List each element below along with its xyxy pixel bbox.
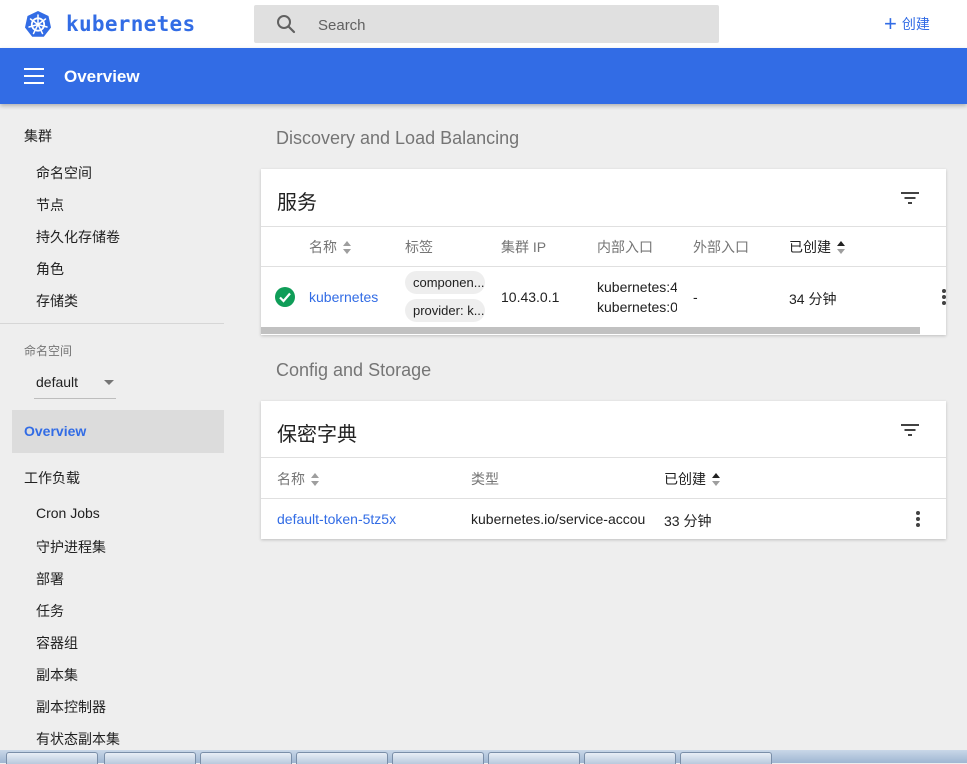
namespace-label: 命名空间 (24, 344, 73, 358)
internal-endpoint-value: kubernetes:0 (597, 299, 677, 315)
secret-type-value: kubernetes.io/service-accou (471, 511, 646, 527)
plus-icon: + (884, 11, 897, 36)
created-value: 33 分钟 (664, 513, 712, 529)
taskbar-button[interactable] (584, 752, 676, 764)
taskbar-button[interactable] (488, 752, 580, 764)
title-bar: Overview (0, 48, 967, 104)
kubernetes-logo-icon[interactable] (24, 10, 52, 38)
create-button[interactable]: + 创建 (884, 12, 930, 36)
column-header-name[interactable]: 名称 (309, 237, 351, 257)
menu-icon[interactable] (24, 68, 44, 84)
sidebar-item-cron-jobs[interactable]: Cron Jobs (36, 505, 100, 521)
column-header-internal-endpoints: 内部入口 (597, 239, 653, 255)
section-title-config: Config and Storage (276, 360, 432, 380)
cluster-ip-value: 10.43.0.1 (501, 289, 560, 305)
sidebar-item-jobs[interactable]: 任务 (36, 601, 64, 621)
sidebar-divider (0, 323, 224, 324)
page-title: Overview (64, 67, 140, 86)
filter-icon[interactable] (900, 422, 920, 438)
secrets-card-title: 保密字典 (277, 424, 357, 446)
top-bar: kubernetes + 创建 (0, 0, 967, 48)
divider (261, 498, 946, 499)
filter-icon[interactable] (900, 190, 920, 206)
external-endpoint-value: - (693, 289, 698, 305)
sidebar-item-deployments[interactable]: 部署 (36, 569, 64, 589)
logo-text[interactable]: kubernetes (66, 12, 195, 36)
sidebar: 集群 命名空间 节点 持久化存储卷 角色 存储类 命名空间 default Ov… (0, 104, 236, 750)
taskbar-button[interactable] (104, 752, 196, 764)
sidebar-item-roles[interactable]: 角色 (36, 259, 64, 279)
search-icon (277, 15, 296, 34)
column-header-cluster-ip: 集群 IP (501, 239, 547, 255)
sidebar-item-overview-label: Overview (24, 423, 87, 439)
section-title-discovery: Discovery and Load Balancing (276, 128, 520, 148)
sort-icon (311, 473, 319, 487)
column-header-created[interactable]: 已创建 (664, 469, 720, 489)
search-input[interactable] (316, 13, 700, 37)
divider (261, 266, 946, 267)
sidebar-item-nodes[interactable]: 节点 (36, 195, 64, 215)
create-button-label: 创建 (901, 16, 930, 32)
created-value: 34 分钟 (789, 291, 837, 307)
more-vert-icon[interactable] (942, 289, 946, 305)
column-header-external-endpoints: 外部入口 (693, 239, 749, 255)
divider (261, 457, 946, 458)
services-card-title: 服务 (277, 192, 317, 214)
os-taskbar (0, 750, 967, 764)
services-card: 服务 名称 标签 集群 IP 内部入口 外部入口 已创建 kubernetes … (261, 169, 946, 335)
sidebar-item-replica-sets[interactable]: 副本集 (36, 665, 78, 685)
label-chip[interactable]: componen... (405, 271, 485, 294)
column-header-labels: 标签 (405, 239, 433, 255)
sidebar-item-persistent-volumes[interactable]: 持久化存储卷 (36, 227, 120, 247)
sidebar-item-stateful-sets[interactable]: 有状态副本集 (36, 729, 120, 749)
chevron-down-icon (104, 380, 114, 385)
taskbar-button[interactable] (296, 752, 388, 764)
secret-name-link[interactable]: default-token-5tz5x (277, 511, 396, 527)
sidebar-header-cluster[interactable]: 集群 (24, 126, 52, 146)
taskbar-button[interactable] (6, 752, 98, 764)
sort-icon (837, 241, 845, 255)
column-header-created[interactable]: 已创建 (789, 237, 845, 257)
sort-icon (343, 241, 351, 255)
divider (261, 226, 946, 227)
secrets-card: 保密字典 名称 类型 已创建 default-token-5tz5x kuber… (261, 401, 946, 539)
internal-endpoint-value: kubernetes:4 (597, 279, 677, 295)
sidebar-item-namespaces[interactable]: 命名空间 (36, 163, 92, 183)
namespace-value: default (36, 374, 79, 390)
service-name-link[interactable]: kubernetes (309, 289, 378, 305)
taskbar-button[interactable] (200, 752, 292, 764)
column-header-name[interactable]: 名称 (277, 469, 319, 489)
horizontal-scrollbar[interactable] (261, 327, 920, 334)
sidebar-item-pods[interactable]: 容器组 (36, 633, 78, 653)
search-box[interactable] (254, 5, 719, 43)
taskbar-button[interactable] (392, 752, 484, 764)
check-circle-icon (275, 287, 295, 307)
taskbar-button[interactable] (680, 752, 772, 764)
column-header-type: 类型 (471, 471, 499, 487)
sidebar-item-daemon-sets[interactable]: 守护进程集 (36, 537, 106, 557)
sidebar-item-overview[interactable]: Overview (12, 410, 224, 453)
sidebar-item-replication-controllers[interactable]: 副本控制器 (36, 697, 106, 717)
more-vert-icon[interactable] (916, 511, 920, 527)
sidebar-item-storage-classes[interactable]: 存储类 (36, 291, 78, 311)
namespace-select[interactable]: default (34, 368, 116, 399)
sort-icon (712, 473, 720, 487)
sidebar-header-workloads[interactable]: 工作负载 (24, 468, 80, 488)
label-chip[interactable]: provider: k... (405, 299, 485, 322)
